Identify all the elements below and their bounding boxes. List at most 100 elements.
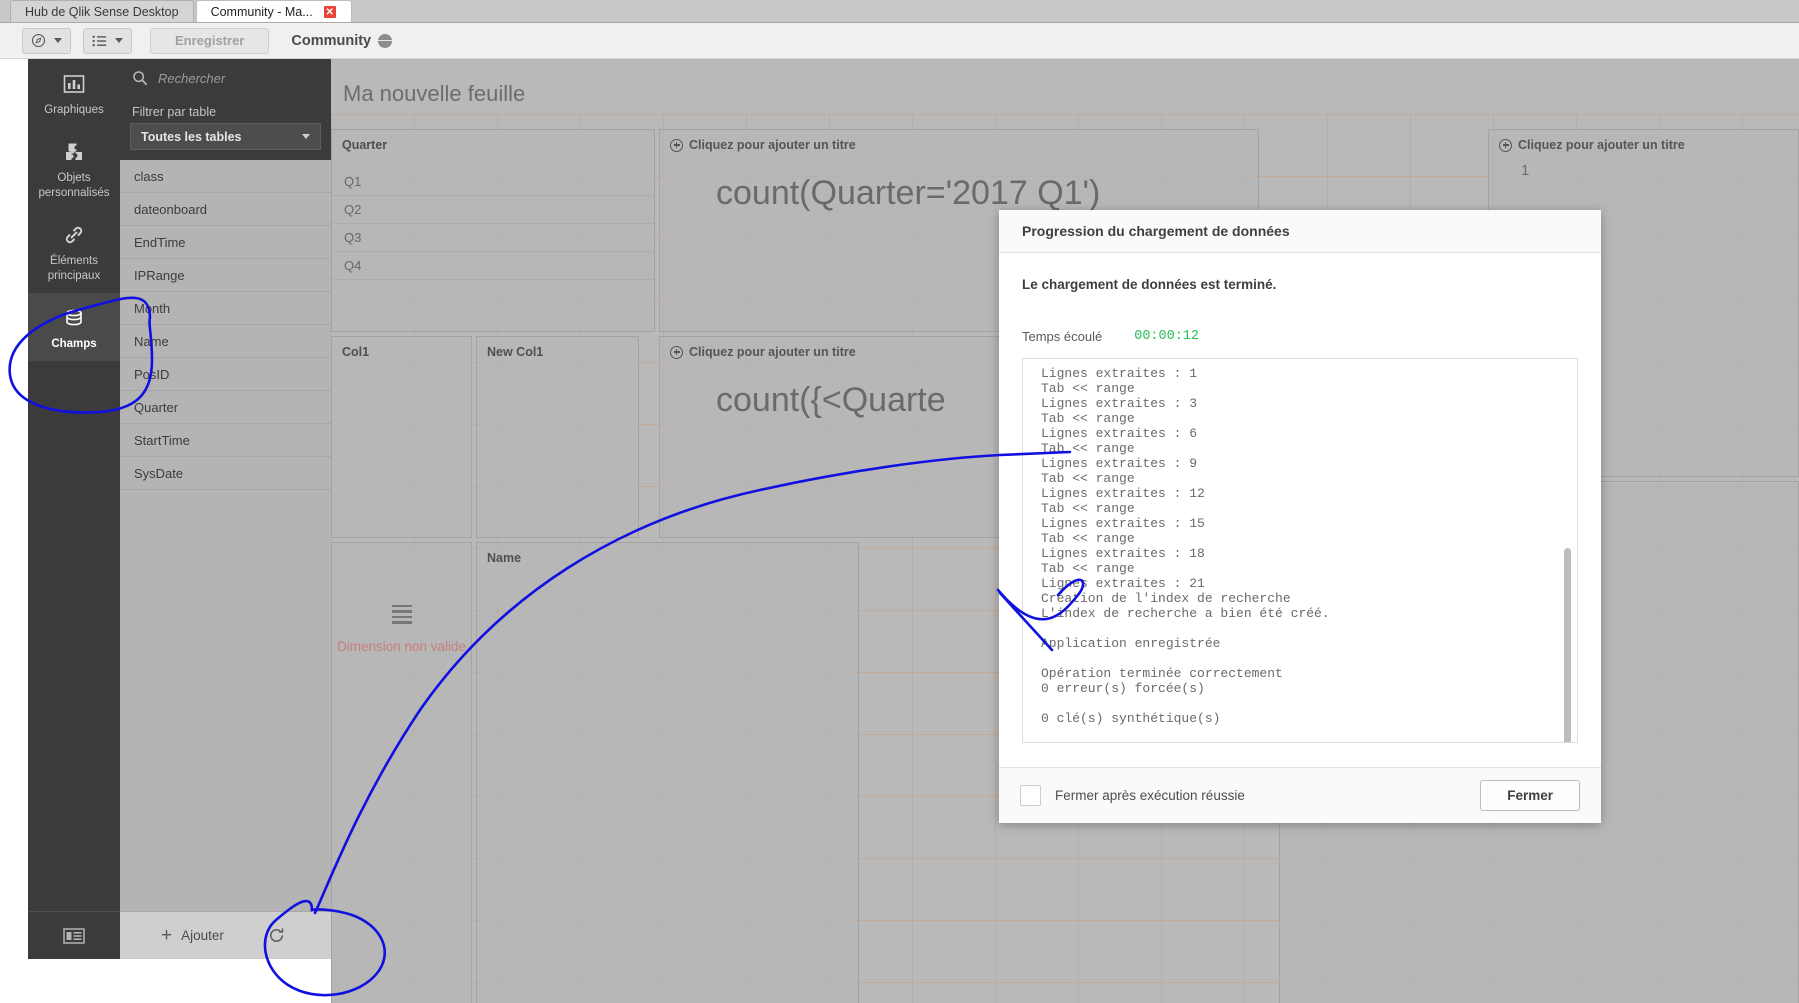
log-scrollbar-thumb[interactable] xyxy=(1564,548,1571,742)
field-label: PosID xyxy=(134,366,170,382)
field-label: dateonboard xyxy=(134,201,208,217)
sidebar-item-elements-principaux[interactable]: Éléments principaux xyxy=(28,210,120,293)
chevron-down-icon xyxy=(115,38,123,43)
window-tab-strip: Hub de Qlik Sense Desktop Community - Ma… xyxy=(0,0,1799,23)
dialog-status-message: Le chargement de données est terminé. xyxy=(1022,277,1277,292)
placeholder-title-label: Cliquez pour ajouter un titre xyxy=(689,138,856,152)
bar-chart-icon xyxy=(63,75,85,93)
sidebar-item-graphiques-label: Graphiques xyxy=(44,104,104,116)
add-circle-icon xyxy=(670,138,683,152)
invalid-dimension-message: Dimension non valide xyxy=(336,639,467,654)
search-icon[interactable] xyxy=(132,70,148,86)
add-field-button[interactable]: + Ajouter xyxy=(161,926,224,945)
field-label: Name xyxy=(134,333,169,349)
dialog-body: Le chargement de données est terminé. Te… xyxy=(999,253,1601,743)
asset-rail: Graphiques Objets personnalisés Éléments… xyxy=(28,59,120,959)
placeholder-title-label: Cliquez pour ajouter un titre xyxy=(689,345,856,359)
list-item[interactable]: StartTime xyxy=(120,424,331,457)
list-item[interactable]: Quarter xyxy=(120,391,331,424)
sidebar-item-elements-label: Éléments principaux xyxy=(47,255,101,282)
close-on-success-label: Fermer après exécution réussie xyxy=(1055,788,1245,803)
field-label: Quarter xyxy=(134,399,179,415)
elapsed-time-row: Temps écoulé 00:00:12 xyxy=(1022,329,1578,344)
reload-data-button[interactable] xyxy=(264,923,290,949)
chart-object-quarter-table[interactable]: Quarter Q1 Q2 Q3 Q4 xyxy=(331,129,655,332)
list-item[interactable]: PosID xyxy=(120,358,331,391)
field-label: class xyxy=(134,168,164,184)
kpi-expression: count(Quarter='2017 Q1') xyxy=(716,174,1101,212)
close-icon[interactable]: ✕ xyxy=(322,4,337,19)
list-item[interactable]: IPRange xyxy=(120,259,331,292)
chevron-down-icon xyxy=(54,38,62,43)
list-item[interactable]: SysDate xyxy=(120,457,331,490)
chevron-down-icon xyxy=(302,134,310,139)
search-bar xyxy=(120,59,331,97)
elapsed-time-value: 00:00:12 xyxy=(1134,329,1200,344)
close-on-success-checkbox[interactable] xyxy=(1020,785,1041,806)
compass-icon xyxy=(31,33,46,48)
database-icon xyxy=(66,309,82,326)
plus-icon: + xyxy=(161,925,173,946)
table-row[interactable]: Q3 xyxy=(332,224,654,252)
app-name: Community xyxy=(291,32,393,49)
chart-object-newcol1[interactable]: New Col1 xyxy=(476,336,639,538)
list-item[interactable]: EndTime xyxy=(120,226,331,259)
elapsed-time-label: Temps écoulé xyxy=(1022,329,1103,344)
application-window: Hub de Qlik Sense Desktop Community - Ma… xyxy=(0,0,1799,1003)
field-label: Month xyxy=(134,300,171,316)
field-label: EndTime xyxy=(134,234,186,250)
sheet-list-icon xyxy=(92,35,107,46)
reload-icon xyxy=(270,928,284,942)
page-title: Ma nouvelle feuille xyxy=(343,81,526,106)
link-icon xyxy=(65,226,83,244)
log-scrollbar-track[interactable] xyxy=(1564,362,1574,742)
field-label: SysDate xyxy=(134,465,184,481)
navigation-menu-button[interactable] xyxy=(22,27,71,54)
chart-object-name[interactable]: Name xyxy=(476,542,859,1003)
load-log-text: Lignes extraites : 1 Tab << range Lignes… xyxy=(1041,366,1330,726)
save-button[interactable]: Enregistrer xyxy=(150,27,270,54)
add-circle-icon xyxy=(670,345,683,359)
add-field-label: Ajouter xyxy=(181,928,224,943)
hamburger-icon xyxy=(391,605,412,627)
sidebar-item-objets-personnalises[interactable]: Objets personnalisés xyxy=(28,127,120,210)
object-title-placeholder[interactable]: Cliquez pour ajouter un titre xyxy=(1489,130,1798,152)
chart-object-invalid-dimension[interactable]: Dimension non valide xyxy=(331,542,472,1003)
table-row[interactable]: Q1 xyxy=(332,168,654,196)
close-button[interactable]: Fermer xyxy=(1480,780,1580,811)
data-load-progress-dialog: Progression du chargement de données Le … xyxy=(999,210,1601,823)
object-title: Col1 xyxy=(342,345,370,359)
field-label: IPRange xyxy=(134,267,185,283)
tab-hub-label: Hub de Qlik Sense Desktop xyxy=(25,4,179,19)
dialog-footer: Fermer après exécution réussie Fermer xyxy=(999,767,1601,823)
object-title-placeholder[interactable]: Cliquez pour ajouter un titre xyxy=(660,130,1258,152)
kpi-expression: count({<Quarte xyxy=(716,381,946,419)
tab-hub[interactable]: Hub de Qlik Sense Desktop xyxy=(10,0,194,22)
media-library-icon xyxy=(63,927,85,944)
load-log-box[interactable]: Lignes extraites : 1 Tab << range Lignes… xyxy=(1022,358,1578,743)
sidebar-item-graphiques[interactable]: Graphiques xyxy=(28,59,120,127)
table-row[interactable]: Q2 xyxy=(332,196,654,224)
sheet-list-button[interactable] xyxy=(83,27,132,54)
sidebar-item-champs-label: Champs xyxy=(51,337,97,350)
search-input[interactable] xyxy=(158,70,308,86)
object-title: Quarter xyxy=(342,138,388,152)
fields-panel: Filtrer par table Toutes les tables clas… xyxy=(120,59,331,959)
media-library-button[interactable] xyxy=(28,911,120,959)
list-item[interactable]: dateonboard xyxy=(120,193,331,226)
sidebar-item-champs[interactable]: Champs xyxy=(28,292,120,362)
object-title: New Col1 xyxy=(487,345,544,359)
sidebar-item-objets-label: Objets personnalisés xyxy=(38,172,110,199)
list-item[interactable]: Name xyxy=(120,325,331,358)
table-filter-dropdown[interactable]: Toutes les tables xyxy=(130,123,321,150)
tab-community[interactable]: Community - Ma... ✕ xyxy=(195,0,352,22)
table-filter-value: Toutes les tables xyxy=(141,129,242,144)
field-label: StartTime xyxy=(134,432,190,448)
tab-community-label: Community - Ma... xyxy=(210,4,313,19)
chart-object-col1[interactable]: Col1 xyxy=(331,336,472,538)
table-row[interactable]: Q4 xyxy=(332,252,654,280)
list-item[interactable]: class xyxy=(120,160,331,193)
list-item[interactable]: Month xyxy=(120,292,331,325)
dialog-title: Progression du chargement de données xyxy=(999,210,1601,253)
app-name-label: Community xyxy=(291,32,372,49)
